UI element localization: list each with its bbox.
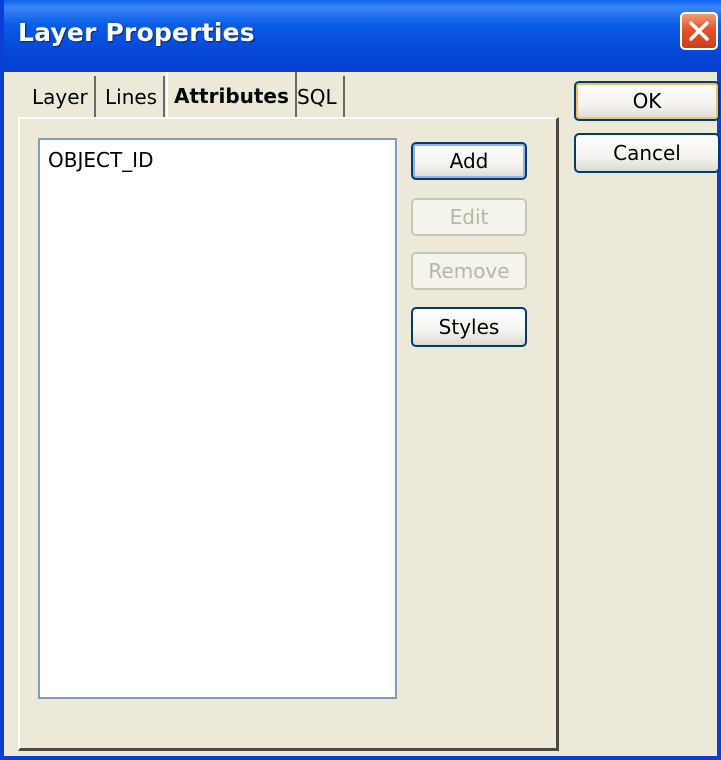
add-button[interactable]: Add — [411, 142, 527, 180]
cancel-button[interactable]: Cancel — [574, 133, 720, 173]
ok-button-label: OK — [632, 89, 662, 113]
remove-button-label: Remove — [428, 259, 510, 283]
remove-button[interactable]: Remove — [411, 252, 527, 290]
close-button[interactable] — [680, 12, 718, 50]
styles-button[interactable]: Styles — [411, 307, 527, 347]
ok-button[interactable]: OK — [574, 81, 720, 121]
edit-button-label: Edit — [449, 205, 489, 229]
tab-layer[interactable]: Layer — [26, 76, 96, 118]
list-item[interactable]: OBJECT_ID — [48, 148, 153, 172]
edit-button[interactable]: Edit — [411, 198, 527, 236]
tab-attributes[interactable]: Attributes — [166, 72, 297, 118]
add-button-label: Add — [449, 149, 489, 173]
dialog-window: Layer Properties Layer Lines Attributes … — [0, 0, 721, 760]
attributes-list[interactable]: OBJECT_ID — [38, 138, 397, 699]
styles-button-label: Styles — [438, 315, 500, 339]
title-bar[interactable]: Layer Properties — [4, 0, 721, 72]
window-title: Layer Properties — [18, 18, 255, 47]
close-icon — [689, 21, 709, 41]
tab-lines[interactable]: Lines — [99, 76, 166, 118]
cancel-button-label: Cancel — [613, 141, 681, 165]
tab-sql[interactable]: SQL — [291, 76, 345, 118]
